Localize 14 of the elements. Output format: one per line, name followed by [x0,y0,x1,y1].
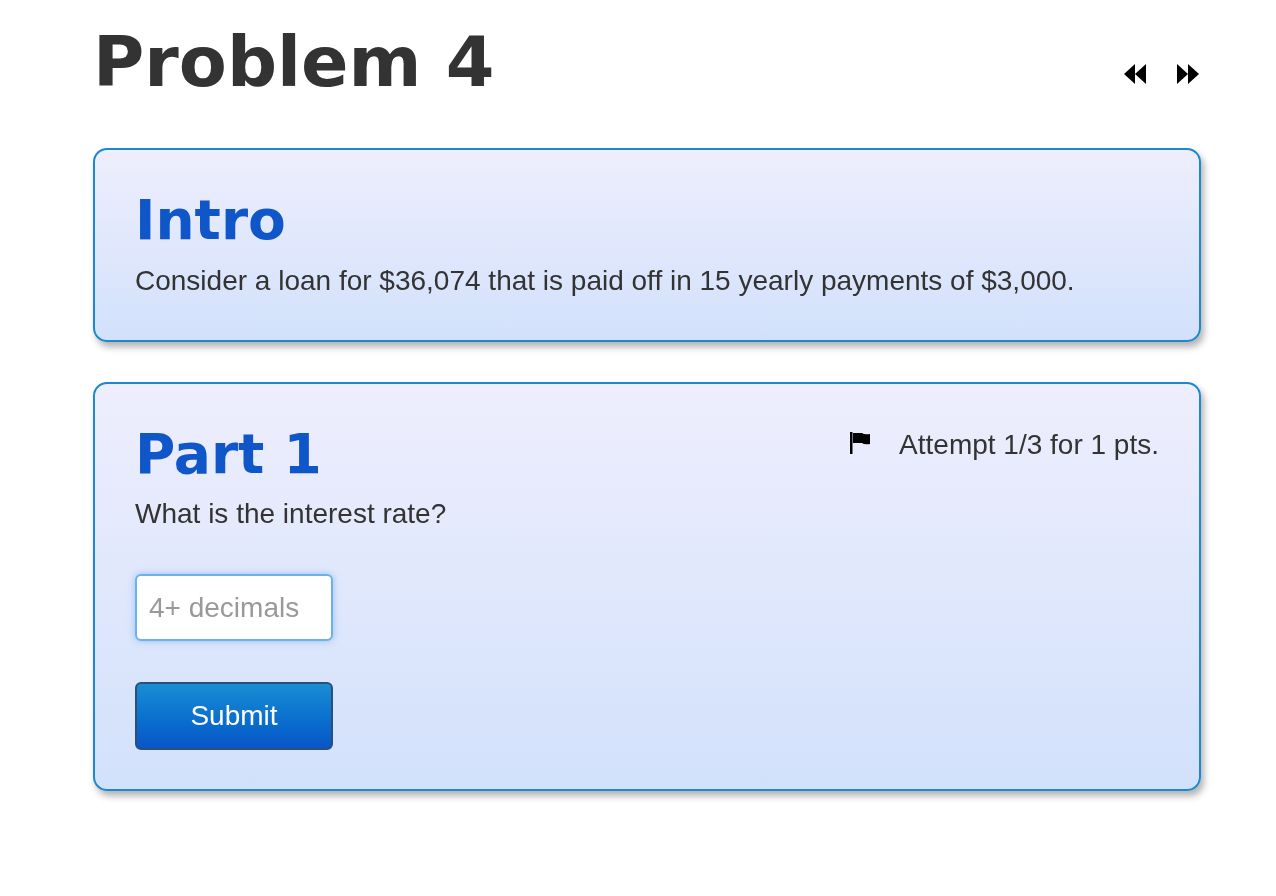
next-button[interactable] [1177,64,1199,84]
flag-button[interactable] [850,432,871,454]
section-title: Part 1 [135,427,322,482]
page-title: Problem 4 [93,27,495,97]
flag-icon [850,432,871,454]
question-text: What is the interest rate? [135,497,448,531]
double-right-triangle-icon [1177,64,1199,84]
answer-field[interactable]: 4+ decimals [135,574,333,641]
attempt-info: Attempt 1/3 for 1 pts. [899,428,1159,462]
intro-text: Consider a loan for $36,074 that is paid off in 15 yearly payments of $3,000. [135,264,1076,298]
double-left-triangle-icon [1124,64,1146,84]
submit-button[interactable]: Submit [135,682,333,750]
section-title: Intro [135,193,287,248]
previous-button[interactable] [1124,64,1146,84]
